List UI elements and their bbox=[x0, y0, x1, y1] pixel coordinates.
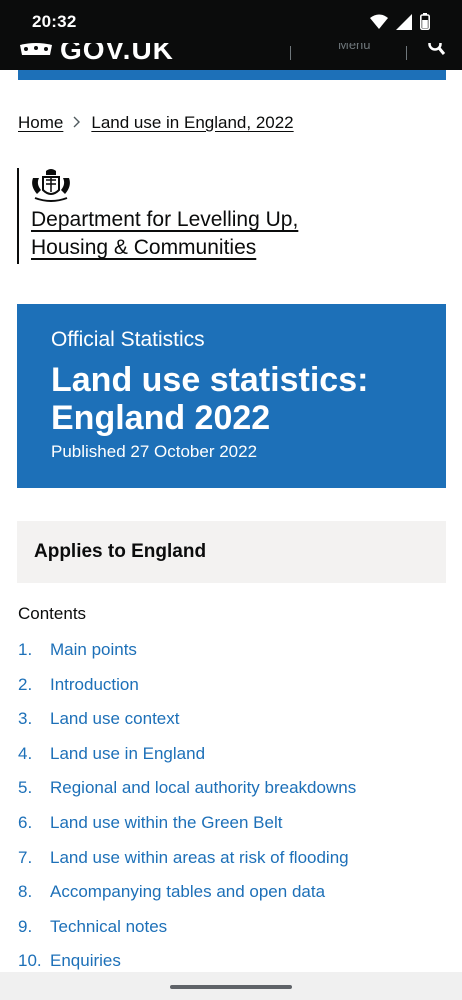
list-item: 6. Land use within the Green Belt bbox=[18, 813, 356, 848]
signal-icon bbox=[396, 13, 412, 30]
govuk-logo[interactable]: GOV.UK bbox=[60, 43, 174, 66]
contents-link-main-points[interactable]: Main points bbox=[50, 640, 137, 660]
contents-number: 4. bbox=[18, 743, 33, 763]
contents-number: 5. bbox=[18, 778, 33, 798]
battery-icon bbox=[420, 13, 430, 30]
contents-number: 6. bbox=[18, 812, 33, 832]
contents-number: 7. bbox=[18, 847, 33, 867]
list-item: 4. Land use in England bbox=[18, 744, 356, 779]
contents-list: 1. Main points 2. Introduction 3. Land use … bbox=[18, 640, 356, 986]
contents-link-land-use-context[interactable]: Land use context bbox=[50, 709, 179, 729]
contents-number: 3. bbox=[18, 709, 33, 729]
list-item: 3. Land use context bbox=[18, 709, 356, 744]
list-item: 7. Land use within areas at risk of flood… bbox=[18, 848, 356, 883]
contents-link-green-belt[interactable]: Land use within the Green Belt bbox=[50, 813, 282, 833]
list-item: 9. Technical notes bbox=[18, 917, 356, 952]
contents-number: 2. bbox=[18, 674, 33, 694]
search-icon[interactable] bbox=[428, 43, 446, 57]
home-gesture-handle[interactable] bbox=[170, 985, 292, 989]
contents-heading: Contents bbox=[18, 604, 87, 623]
title-banner: Official Statistics Land use statistics:… bbox=[17, 304, 446, 488]
header-divider bbox=[406, 46, 407, 60]
status-time: 20:32 bbox=[32, 12, 77, 31]
page-title: Land use statistics: England 2022 bbox=[51, 361, 369, 437]
header-divider bbox=[290, 46, 291, 60]
contents-number: 9. bbox=[18, 916, 33, 936]
contents-number: 1. bbox=[18, 640, 33, 659]
organisation-logo: Department for Levelling Up, Housing & C… bbox=[17, 168, 298, 264]
list-item: 8. Accompanying tables and open data bbox=[18, 882, 356, 917]
crown-icon[interactable] bbox=[18, 43, 54, 57]
list-item: 1. Main points bbox=[18, 640, 356, 675]
contents-link-tables-open-data[interactable]: Accompanying tables and open data bbox=[50, 882, 325, 902]
document-type: Official Statistics bbox=[51, 328, 205, 351]
contents-number: 8. bbox=[18, 882, 33, 902]
contents-link-technical-notes[interactable]: Technical notes bbox=[50, 917, 167, 937]
published-date: Published 27 October 2022 bbox=[51, 442, 258, 461]
contents-link-introduction[interactable]: Introduction bbox=[50, 675, 139, 695]
chevron-right-icon bbox=[73, 115, 81, 132]
breadcrumb-land-use-link[interactable]: Land use in England, 2022 bbox=[91, 113, 293, 133]
list-item: 2. Introduction bbox=[18, 675, 356, 710]
applies-to-panel: Applies to England bbox=[17, 521, 446, 583]
breadcrumb-home-link[interactable]: Home bbox=[18, 113, 63, 133]
wifi-icon bbox=[370, 14, 388, 29]
organisation-name: Department for Levelling Up, Housing & C… bbox=[31, 206, 331, 262]
contents-number: 10. bbox=[18, 951, 42, 971]
list-item: 5. Regional and local authority breakdown… bbox=[18, 778, 356, 813]
breadcrumb: Home Land use in England, 2022 bbox=[18, 113, 294, 133]
organisation-link[interactable]: Department for Levelling Up, Housing & C… bbox=[31, 208, 298, 259]
status-icons bbox=[370, 13, 430, 30]
menu-button[interactable]: Menu bbox=[338, 43, 371, 52]
system-navigation-bar bbox=[0, 972, 462, 1000]
contents-link-regional-breakdowns[interactable]: Regional and local authority breakdowns bbox=[50, 778, 356, 798]
royal-crest-icon bbox=[32, 169, 70, 202]
contents-link-flooding[interactable]: Land use within areas at risk of floodin… bbox=[50, 848, 349, 868]
header-blue-bar bbox=[18, 70, 446, 80]
govuk-header: GOV.UK Menu bbox=[0, 43, 462, 71]
contents-link-enquiries[interactable]: Enquiries bbox=[50, 951, 121, 971]
applies-to-text: Applies to England bbox=[34, 541, 207, 562]
contents-link-land-use-in-england[interactable]: Land use in England bbox=[50, 744, 205, 764]
